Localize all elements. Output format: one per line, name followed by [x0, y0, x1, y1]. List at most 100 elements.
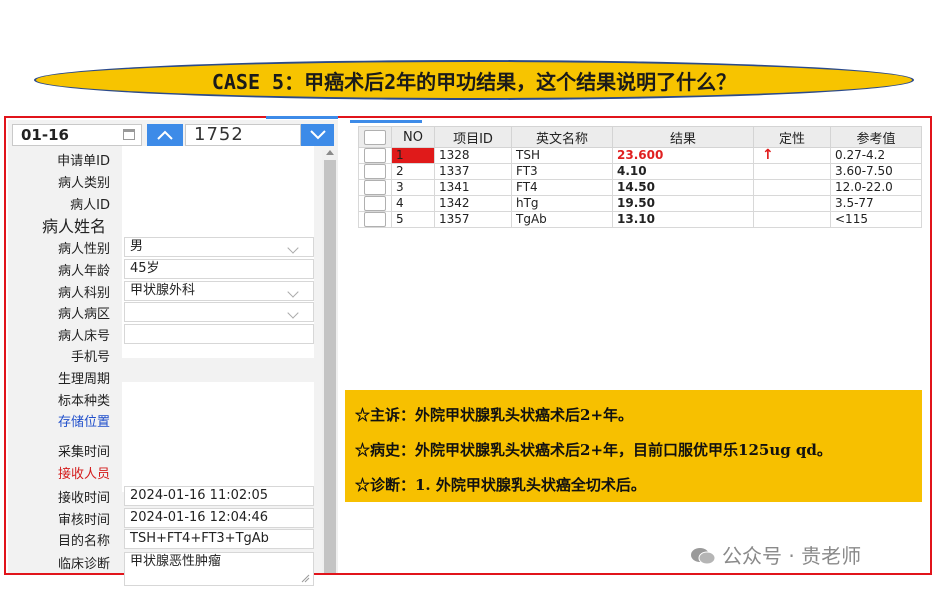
table-row[interactable]: 1 1328 TSH 23.600 ↑ 0.27-4.2: [358, 147, 922, 164]
header-no[interactable]: NO: [391, 126, 435, 148]
date-value: 01-16: [21, 126, 69, 144]
header-item-id[interactable]: 项目ID: [434, 126, 512, 148]
previous-sample-button[interactable]: [147, 124, 183, 146]
review-time-field[interactable]: 2024-01-16 12:04:46: [124, 508, 314, 528]
row-select[interactable]: [358, 211, 392, 228]
patient-gender-value: 男: [130, 239, 144, 254]
cell-reference: 3.5-77: [830, 195, 922, 212]
watermark-text: 公众号 · 贵老师: [722, 544, 862, 568]
cell-item-id: 1357: [434, 211, 512, 228]
cell-result: 23.600: [612, 147, 754, 164]
select-all-checkbox[interactable]: [364, 129, 386, 145]
scrollbar-thumb[interactable]: [324, 160, 336, 573]
clinical-diagnosis-value: 甲状腺恶性肿瘤: [130, 554, 222, 569]
sample-dropdown-button[interactable]: [301, 124, 334, 146]
cell-reference-text: 3.60-7.50: [835, 164, 893, 178]
row-select[interactable]: [358, 147, 392, 164]
header-select[interactable]: [358, 126, 392, 148]
row-checkbox[interactable]: [364, 164, 386, 179]
request-id-label: 申请单ID: [57, 154, 110, 169]
chevron-down-icon: [310, 130, 326, 140]
table-row[interactable]: 4 1342 hTg 19.50 3.5-77: [358, 195, 922, 212]
calendar-icon[interactable]: [123, 129, 135, 140]
cell-item-id-text: 1357: [439, 212, 470, 226]
table-row[interactable]: 3 1341 FT4 14.50 12.0-22.0: [358, 179, 922, 196]
patient-type-label: 病人类别: [57, 176, 110, 191]
chevron-down-icon[interactable]: [287, 242, 299, 254]
cell-reference: 0.27-4.2: [830, 147, 922, 164]
cell-english-name: FT3: [511, 163, 613, 180]
cell-qualitative: [753, 163, 831, 180]
clinical-diagnosis-field[interactable]: 甲状腺恶性肿瘤: [124, 552, 314, 586]
results-tab-indicator: [350, 120, 422, 123]
phone-label: 手机号: [70, 350, 110, 365]
patient-gender-field[interactable]: 男: [124, 237, 314, 257]
cell-no: 1: [391, 147, 435, 164]
cell-item-id-text: 1337: [439, 164, 470, 178]
row-select[interactable]: [358, 195, 392, 212]
cell-qualitative: ↑: [753, 147, 831, 164]
lis-window: 01-16 1752 申请单ID 病人类别 病人ID 病人姓名 病人性别 男病人年龄 45岁…: [4, 116, 932, 586]
header-reference[interactable]: 参考值: [830, 126, 922, 148]
header-result[interactable]: 结果: [612, 126, 754, 148]
header-qualitative[interactable]: 定性: [753, 126, 831, 148]
cell-item-id-text: 1328: [439, 148, 470, 162]
row-checkbox[interactable]: [364, 196, 386, 211]
table-row[interactable]: 5 1357 TgAb 13.10 <115: [358, 211, 922, 228]
cell-no-text: 3: [396, 180, 404, 194]
cell-no: 4: [391, 195, 435, 212]
patient-id-label: 病人ID: [70, 198, 110, 213]
cell-english-name: FT4: [511, 179, 613, 196]
row-select[interactable]: [358, 179, 392, 196]
patient-age-label: 病人年龄: [57, 264, 110, 279]
cell-no-text: 5: [396, 212, 404, 226]
test-name-value: TSH+FT4+FT3+TgAb: [130, 531, 269, 546]
row-checkbox[interactable]: [364, 212, 386, 227]
cell-no: 5: [391, 211, 435, 228]
cell-qualitative: [753, 179, 831, 196]
wechat-icon: [691, 548, 716, 565]
info-field-area-lower: [122, 382, 314, 492]
case-notes: ☆主诉：外院甲状腺乳头状癌术后2+年。 ☆病史：外院甲状腺乳头状癌术后2+年，目…: [345, 390, 922, 502]
test-name-field[interactable]: TSH+FT4+FT3+TgAb: [124, 529, 314, 549]
chevron-down-icon[interactable]: [287, 307, 299, 319]
sample-number-input[interactable]: 1752: [185, 124, 301, 146]
date-picker[interactable]: 01-16: [12, 124, 142, 146]
patient-age-value: 45岁: [130, 261, 160, 276]
cell-no-text: 2: [396, 164, 404, 178]
patient-age-field[interactable]: 45岁: [124, 259, 314, 279]
collection-time-label: 采集时间: [57, 445, 110, 460]
results-panel: NO 项目ID 英文名称 结果 定性 参考值 1 1328 TSH 23.600 ↑ 0.…: [346, 120, 930, 573]
header-english-name[interactable]: 英文名称: [511, 126, 613, 148]
cell-result-text: 13.10: [617, 212, 655, 226]
review-time-value: 2024-01-16 12:04:46: [130, 510, 269, 525]
chevron-up-icon: [157, 130, 173, 140]
cell-result-text: 19.50: [617, 196, 655, 210]
cell-item-id: 1341: [434, 179, 512, 196]
storage-location-label: 存储位置: [57, 415, 110, 430]
patient-name-label: 病人姓名: [41, 217, 106, 236]
cell-no-text: 1: [396, 148, 404, 162]
patient-department-field[interactable]: 甲状腺外科: [124, 281, 314, 301]
patient-bed-field[interactable]: [124, 324, 314, 344]
title-banner: CASE 5：甲癌术后2年的甲功结果，这个结果说明了什么？: [34, 60, 914, 100]
resize-grip-icon[interactable]: [300, 573, 310, 583]
cell-item-id: 1328: [434, 147, 512, 164]
cell-result: 19.50: [612, 195, 754, 212]
row-checkbox[interactable]: [364, 148, 386, 163]
cell-item-id: 1337: [434, 163, 512, 180]
scroll-up-arrow-icon[interactable]: [326, 150, 334, 155]
cell-result: 4.10: [612, 163, 754, 180]
cell-english-name: TSH: [511, 147, 613, 164]
row-select[interactable]: [358, 163, 392, 180]
cell-result-text: 14.50: [617, 180, 655, 194]
receiver-label: 接收人员: [57, 467, 110, 482]
patient-ward-field[interactable]: [124, 302, 314, 322]
note-history: ☆病史：外院甲状腺乳头状癌术后2+年，目前口服优甲乐125ug qd。: [355, 441, 832, 459]
cell-english-name-text: hTg: [516, 196, 539, 210]
receive-time-field[interactable]: 2024-01-16 11:02:05: [124, 486, 314, 506]
table-row[interactable]: 2 1337 FT3 4.10 3.60-7.50: [358, 163, 922, 180]
chevron-down-icon[interactable]: [287, 286, 299, 298]
row-checkbox[interactable]: [364, 180, 386, 195]
patient-department-label: 病人科别: [57, 286, 110, 301]
